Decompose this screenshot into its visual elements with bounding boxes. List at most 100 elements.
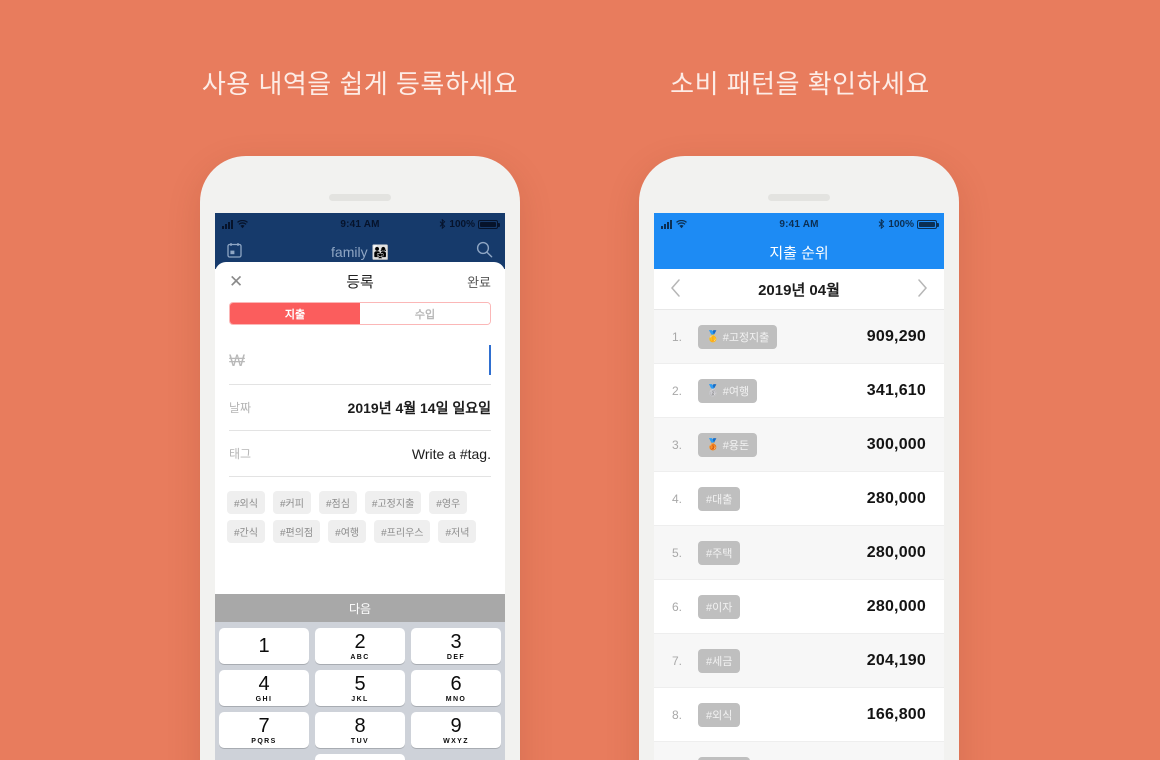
- rank-amount: 280,000: [866, 543, 926, 561]
- numeric-keyboard: 다음 1 2 ABC 3 DEF 4 GHI 5 JKL 6 MNO 7 PQRS 8 TUV…: [215, 594, 505, 760]
- medal-icon: 🥇: [706, 331, 720, 343]
- phone-speaker-grille: [329, 194, 391, 201]
- chevron-right-icon[interactable]: [917, 278, 928, 300]
- segment-income[interactable]: 수입: [360, 303, 490, 324]
- key-0[interactable]: 0: [315, 754, 405, 760]
- key-number: 5: [354, 672, 366, 695]
- key-1[interactable]: 1: [219, 628, 309, 664]
- tag-row[interactable]: 태그 Write a #tag.: [229, 431, 491, 477]
- table-row[interactable]: 9. #아파트 126,800: [654, 742, 944, 760]
- search-icon[interactable]: [476, 241, 493, 263]
- date-value: 2019년 4월 14일 일요일: [347, 399, 491, 416]
- rank-amount: 204,190: [866, 651, 926, 669]
- key-decimal[interactable]: .: [219, 754, 309, 760]
- rank-tag: 🥇 #고정지출: [698, 324, 778, 349]
- key-5[interactable]: 5 JKL: [315, 670, 405, 706]
- tag-chip[interactable]: #고정지출: [364, 491, 422, 514]
- tag-chip[interactable]: #저녁: [438, 520, 477, 543]
- amount-input[interactable]: ₩: [229, 337, 491, 385]
- table-row[interactable]: 2. 🥈 #여행 341,610: [654, 364, 944, 418]
- right-navbar-title: 지출 순위: [654, 235, 944, 269]
- sheet-title: 등록: [346, 273, 374, 291]
- segment-expense[interactable]: 지출: [230, 303, 360, 324]
- month-label: 2019년 04월: [758, 281, 840, 299]
- rank-tag-label: #용돈: [722, 439, 750, 452]
- tag-chip[interactable]: #영우: [429, 491, 468, 514]
- key-9[interactable]: 9 WXYZ: [411, 712, 501, 748]
- text-caret: [489, 345, 491, 375]
- ranking-list: 1. 🥇 #고정지출 909,290 2. 🥈 #여행 341,610 3. 🥉 #용…: [654, 310, 944, 760]
- tag-chip[interactable]: #편의점: [272, 520, 321, 543]
- key-2[interactable]: 2 ABC: [315, 628, 405, 664]
- bluetooth-icon: [440, 219, 446, 229]
- rank-tag: 🥈 #여행: [698, 378, 758, 403]
- table-row[interactable]: 7. #세금 204,190: [654, 634, 944, 688]
- key-6[interactable]: 6 MNO: [411, 670, 501, 706]
- left-phone-screen: 9:41 AM 100% family 👨‍👩‍👧: [215, 213, 505, 760]
- key-letters: TUV: [350, 737, 370, 745]
- suggested-tag-list: #외식 #커피 #점심 #고정지출 #영우 #간식 #편의점 #여행 #프리우스…: [227, 491, 493, 543]
- key-7[interactable]: 7 PQRS: [219, 712, 309, 748]
- chevron-left-icon[interactable]: [670, 278, 681, 300]
- key-letters: ABC: [350, 653, 370, 661]
- tag-label: 태그: [229, 447, 252, 461]
- left-nav-title: family 👨‍👩‍👧: [331, 243, 389, 260]
- month-selector: 2019년 04월: [654, 269, 944, 310]
- medal-icon: 🥈: [706, 385, 720, 397]
- rank-tag: #세금: [698, 648, 741, 673]
- table-row[interactable]: 3. 🥉 #용돈 300,000: [654, 418, 944, 472]
- rank-number: 6.: [672, 599, 683, 614]
- key-number: 8: [354, 714, 366, 737]
- key-number: 9: [450, 714, 462, 737]
- tag-chip[interactable]: #프리우스: [374, 520, 431, 543]
- tag-chip[interactable]: #점심: [318, 491, 357, 514]
- keypad-grid: 1 2 ABC 3 DEF 4 GHI 5 JKL 6 MNO 7 PQRS 8 TUV 9W…: [215, 622, 505, 760]
- rank-tag-label: #이자: [706, 601, 733, 614]
- rank-tag-label: #대출: [706, 493, 733, 506]
- rank-tag-label: #외식: [706, 709, 733, 722]
- rank-number: 8.: [672, 707, 683, 722]
- table-row[interactable]: 6. #이자 280,000: [654, 580, 944, 634]
- register-sheet: ✕ 등록 완료 지출 수입 ₩ 날짜 2019년 4월 14일 일요일 태그 W…: [215, 262, 505, 760]
- table-row[interactable]: 8. #외식 166,800: [654, 688, 944, 742]
- rank-tag: #이자: [698, 594, 741, 619]
- tag-chip[interactable]: #여행: [328, 520, 367, 543]
- key-8[interactable]: 8 TUV: [315, 712, 405, 748]
- table-row[interactable]: 1. 🥇 #고정지출 909,290: [654, 310, 944, 364]
- tag-chip[interactable]: #외식: [227, 491, 265, 514]
- bluetooth-icon: [879, 219, 885, 229]
- key-number: 3: [450, 630, 462, 653]
- close-icon[interactable]: ✕: [229, 273, 243, 290]
- right-status-bar: 9:41 AM 100%: [654, 213, 944, 235]
- table-row[interactable]: 4. #대출 280,000: [654, 472, 944, 526]
- rank-tag: #대출: [698, 486, 741, 511]
- rank-number: 4.: [672, 491, 683, 506]
- keyboard-next-button[interactable]: 다음: [215, 594, 505, 622]
- phone-speaker-grille: [768, 194, 830, 201]
- table-row[interactable]: 5. #주택 280,000: [654, 526, 944, 580]
- rank-tag-label: #고정지출: [722, 331, 770, 344]
- key-4[interactable]: 4 GHI: [219, 670, 309, 706]
- battery-percent: 100%: [888, 218, 914, 230]
- sheet-header: ✕ 등록 완료: [215, 262, 505, 300]
- date-row[interactable]: 날짜 2019년 4월 14일 일요일: [229, 385, 491, 431]
- key-3[interactable]: 3 DEF: [411, 628, 501, 664]
- rank-amount: 280,000: [866, 597, 926, 615]
- rank-number: 1.: [672, 329, 683, 344]
- tag-chip[interactable]: #커피: [272, 491, 311, 514]
- rank-amount: 280,000: [866, 489, 926, 507]
- medal-icon: 🥉: [706, 439, 720, 451]
- type-segmented-control[interactable]: 지출 수입: [229, 302, 491, 325]
- tag-chip[interactable]: #간식: [227, 520, 265, 543]
- key-letters: WXYZ: [443, 737, 469, 745]
- backspace-icon[interactable]: [411, 754, 501, 760]
- battery-percent: 100%: [449, 218, 475, 230]
- rank-amount: 300,000: [866, 435, 926, 453]
- key-number: 4: [258, 672, 270, 695]
- rank-amount: 341,610: [866, 381, 926, 399]
- key-number: 6: [450, 672, 462, 695]
- key-letters: JKL: [351, 695, 369, 703]
- rank-tag-label: #여행: [722, 385, 750, 398]
- done-button[interactable]: 완료: [467, 272, 491, 291]
- calendar-icon[interactable]: [227, 242, 242, 263]
